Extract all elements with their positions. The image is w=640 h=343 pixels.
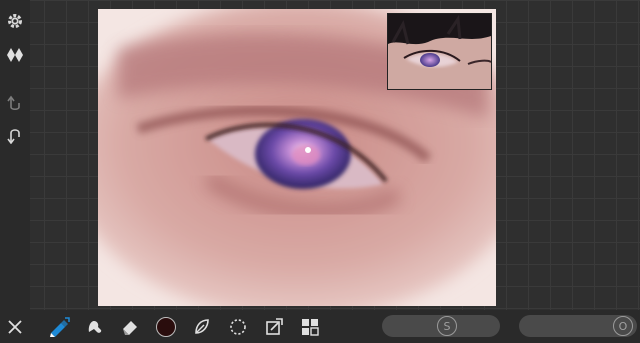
opacity-slider-label: O: [618, 319, 628, 333]
settings-icon[interactable]: [4, 10, 26, 32]
opacity-slider[interactable]: O: [519, 315, 637, 337]
close-icon[interactable]: [2, 314, 28, 340]
bottom-toolbar: S O: [0, 310, 640, 343]
opacity-slider-knob[interactable]: O: [613, 316, 633, 336]
size-slider-knob[interactable]: S: [437, 316, 457, 336]
size-slider[interactable]: S: [382, 315, 500, 337]
left-toolbar: [0, 0, 30, 310]
brush-icon[interactable]: [46, 314, 72, 340]
transform-icon[interactable]: [261, 314, 287, 340]
undo-icon[interactable]: [4, 93, 26, 115]
leaf-icon[interactable]: [189, 314, 215, 340]
lasso-select-icon[interactable]: [225, 314, 251, 340]
color-swatch[interactable]: [153, 314, 179, 340]
reference-photo: [388, 14, 491, 89]
redo-icon[interactable]: [4, 124, 26, 146]
size-slider-label: S: [443, 319, 451, 333]
grid-layout-icon[interactable]: [297, 314, 323, 340]
smudge-icon[interactable]: [81, 314, 107, 340]
layers-icon[interactable]: [4, 44, 26, 66]
eraser-icon[interactable]: [117, 314, 143, 340]
reference-image[interactable]: [387, 13, 492, 90]
